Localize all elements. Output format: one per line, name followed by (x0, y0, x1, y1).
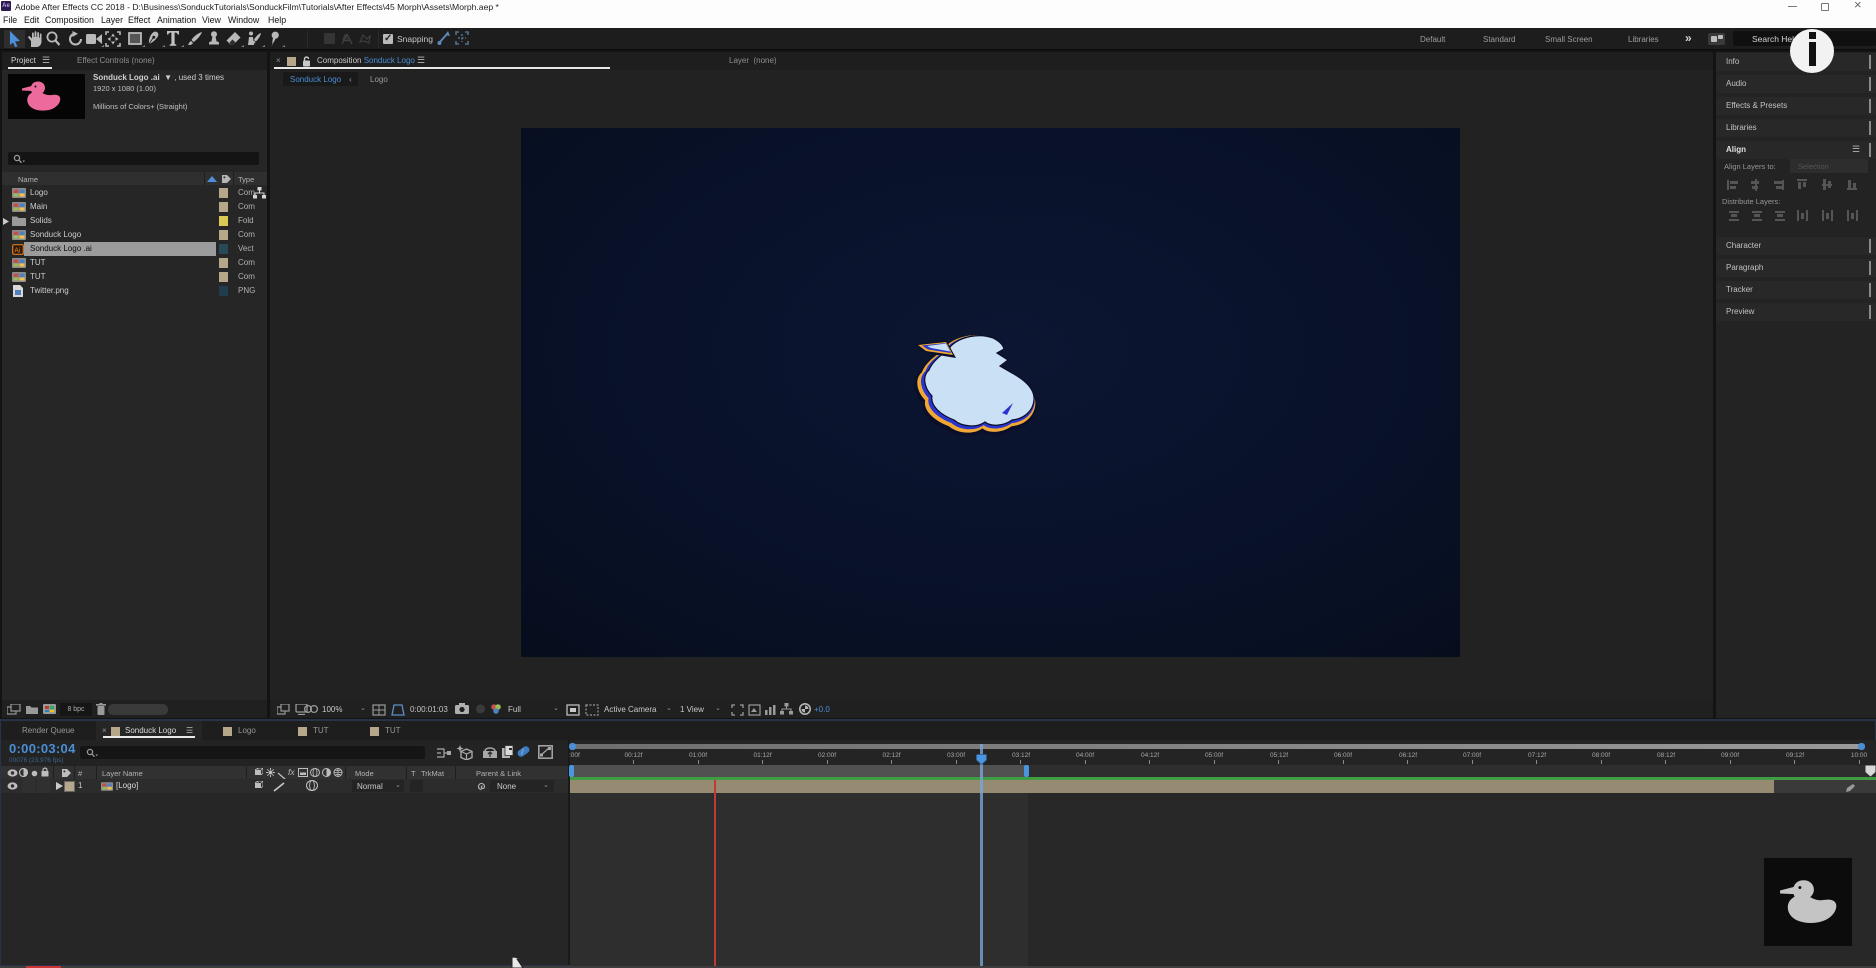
svg-text:Ai: Ai (14, 248, 21, 255)
